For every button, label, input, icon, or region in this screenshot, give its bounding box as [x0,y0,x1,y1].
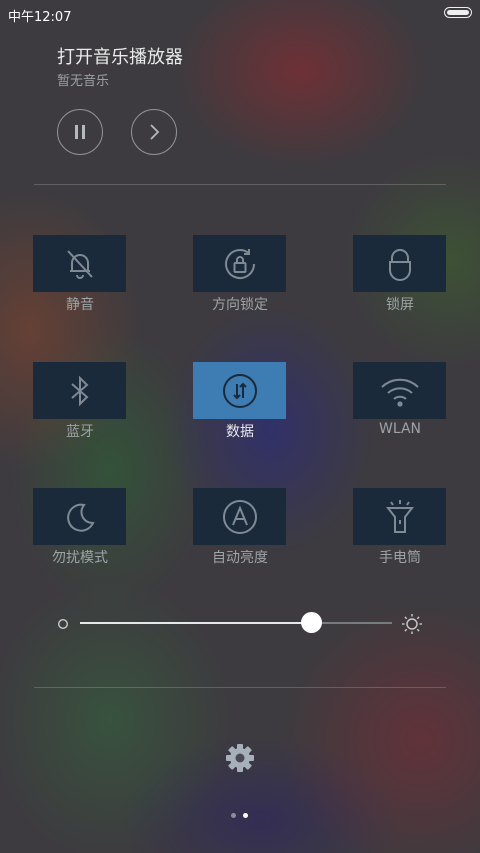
toggle-flashlight[interactable] [353,488,446,545]
brightness-fill [80,622,311,624]
brightness-high-icon [402,614,422,634]
status-bar: 中午12:07 [0,0,480,26]
toggle-label: 静音 [66,297,94,313]
chevron-right-icon [150,124,160,140]
bluetooth-icon [70,375,88,406]
divider [34,687,446,688]
status-clock: 中午12:07 [8,10,72,25]
toggle-label: 勿扰模式 [52,550,108,566]
toggle-auto-brightness[interactable] [193,488,286,545]
toggle-label: 锁屏 [386,297,414,313]
toggle-label: 手电筒 [379,550,421,566]
rotation-lock-icon [224,248,255,279]
page-indicator-2 [243,813,248,818]
lock-icon [388,248,411,281]
moon-icon [66,503,95,532]
brightness-thumb[interactable] [301,612,322,633]
toggle-label: 自动亮度 [212,550,268,566]
toggle-silent[interactable] [33,235,126,292]
auto-brightness-icon [222,499,257,534]
divider [34,184,446,185]
music-player-title[interactable]: 打开音乐播放器 [57,43,183,69]
page-indicator-1 [231,813,236,818]
toggle-do-not-disturb[interactable] [33,488,126,545]
toggle-wlan[interactable] [353,362,446,419]
music-status: 暂无音乐 [57,74,110,89]
bell-off-icon [66,249,93,279]
pause-icon [75,125,85,139]
toggle-mobile-data[interactable] [193,362,286,419]
gear-icon[interactable] [225,743,255,773]
battery-icon [444,7,472,18]
toggle-label: 数据 [226,424,254,440]
toggle-label: 蓝牙 [66,424,94,440]
toggle-label: 方向锁定 [212,297,268,313]
toggle-rotation-lock[interactable] [193,235,286,292]
flashlight-icon [385,499,414,533]
brightness-slider[interactable] [80,612,392,633]
next-button[interactable] [131,109,177,155]
mobile-data-icon [222,373,257,408]
brightness-low-icon [57,618,69,630]
toggle-bluetooth[interactable] [33,362,126,419]
pause-button[interactable] [57,109,103,155]
toggle-label: WLAN [378,421,421,437]
toggle-lock-screen[interactable] [353,235,446,292]
wifi-icon [380,378,419,407]
